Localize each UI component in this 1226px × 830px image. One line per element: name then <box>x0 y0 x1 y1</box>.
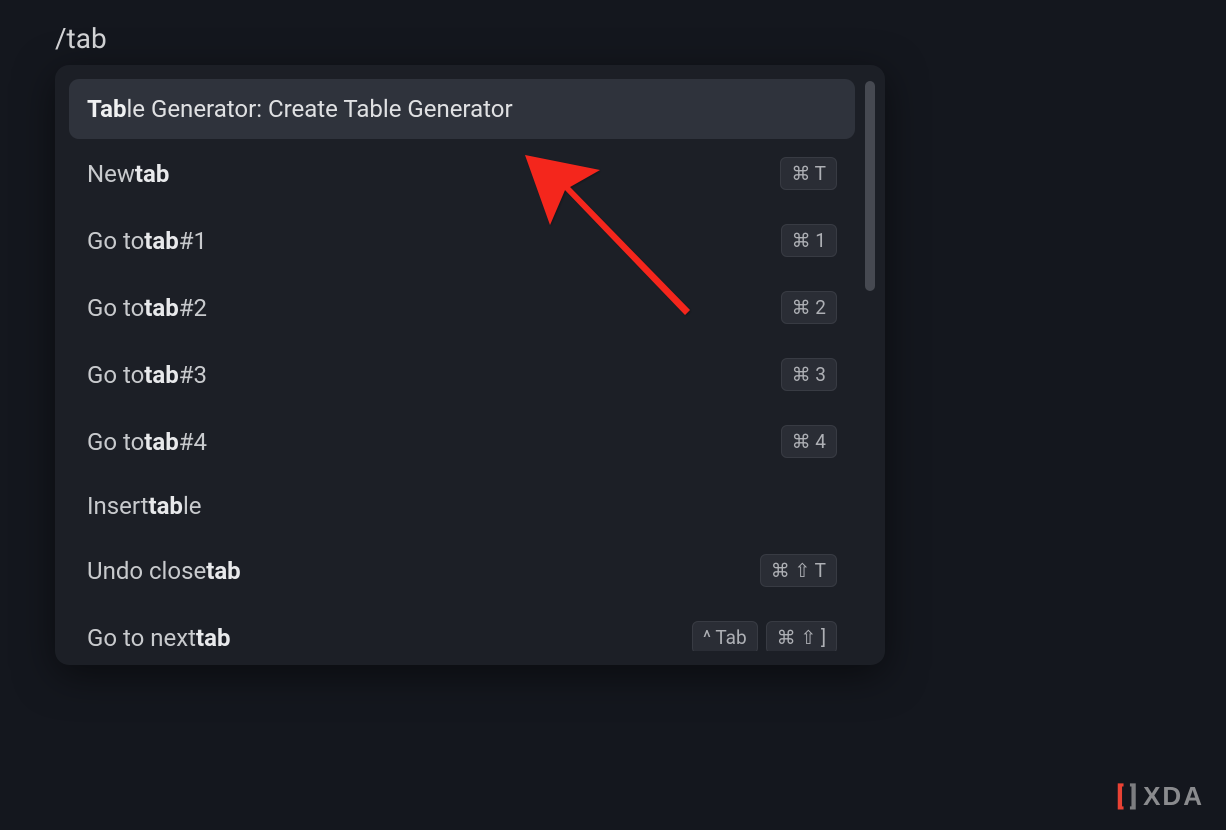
search-input-text[interactable]: /tab <box>55 22 107 55</box>
scrollbar-thumb[interactable] <box>865 81 875 291</box>
logo-bracket-right-icon: ] <box>1130 782 1139 812</box>
shortcut-group: ⌘ ⇧ T <box>760 554 837 587</box>
command-item-7[interactable]: Undo close tab ⌘ ⇧ T <box>69 538 855 603</box>
command-item-8[interactable]: Go to next tab ^ Tab ⌘ ⇧ ] <box>69 605 855 651</box>
command-label: Go to tab #3 <box>87 361 207 389</box>
shortcut-badge: ⌘ ⇧ ] <box>766 621 837 651</box>
command-item-3[interactable]: Go to tab #2 ⌘ 2 <box>69 275 855 340</box>
shortcut-group: ⌘ 1 <box>781 224 837 257</box>
shortcut-badge: ⌘ ⇧ T <box>760 554 837 587</box>
shortcut-group: ⌘ 4 <box>781 425 837 458</box>
command-list: Table Generator: Create Table Generator N… <box>69 79 865 651</box>
xda-logo: [] XDA <box>1116 781 1204 812</box>
command-label: Go to next tab <box>87 624 230 652</box>
scrollbar[interactable] <box>865 79 875 651</box>
command-item-1[interactable]: New tab ⌘ T <box>69 141 855 206</box>
command-item-2[interactable]: Go to tab #1 ⌘ 1 <box>69 208 855 273</box>
shortcut-badge: ⌘ 4 <box>781 425 837 458</box>
command-label: Go to tab #1 <box>87 227 207 255</box>
command-item-0[interactable]: Table Generator: Create Table Generator <box>69 79 855 139</box>
command-label: Undo close tab <box>87 557 241 585</box>
command-label: New tab <box>87 160 169 188</box>
command-item-5[interactable]: Go to tab #4 ⌘ 4 <box>69 409 855 474</box>
shortcut-badge: ^ Tab <box>692 621 758 651</box>
shortcut-badge: ⌘ 1 <box>781 224 837 257</box>
command-item-4[interactable]: Go to tab #3 ⌘ 3 <box>69 342 855 407</box>
command-label: Insert table <box>87 492 202 520</box>
shortcut-group: ⌘ 2 <box>781 291 837 324</box>
shortcut-badge: ⌘ T <box>780 157 837 190</box>
command-label: Table Generator: Create Table Generator <box>87 95 513 123</box>
command-label: Go to tab #2 <box>87 294 207 322</box>
logo-text: XDA <box>1143 781 1204 812</box>
shortcut-badge: ⌘ 2 <box>781 291 837 324</box>
shortcut-group: ⌘ T <box>780 157 837 190</box>
shortcut-group: ^ Tab ⌘ ⇧ ] <box>692 621 837 651</box>
shortcut-group: ⌘ 3 <box>781 358 837 391</box>
command-palette: Table Generator: Create Table Generator N… <box>55 65 885 665</box>
logo-bracket-left-icon: [ <box>1116 782 1125 812</box>
command-item-6[interactable]: Insert table <box>69 476 855 536</box>
command-label: Go to tab #4 <box>87 428 207 456</box>
shortcut-badge: ⌘ 3 <box>781 358 837 391</box>
